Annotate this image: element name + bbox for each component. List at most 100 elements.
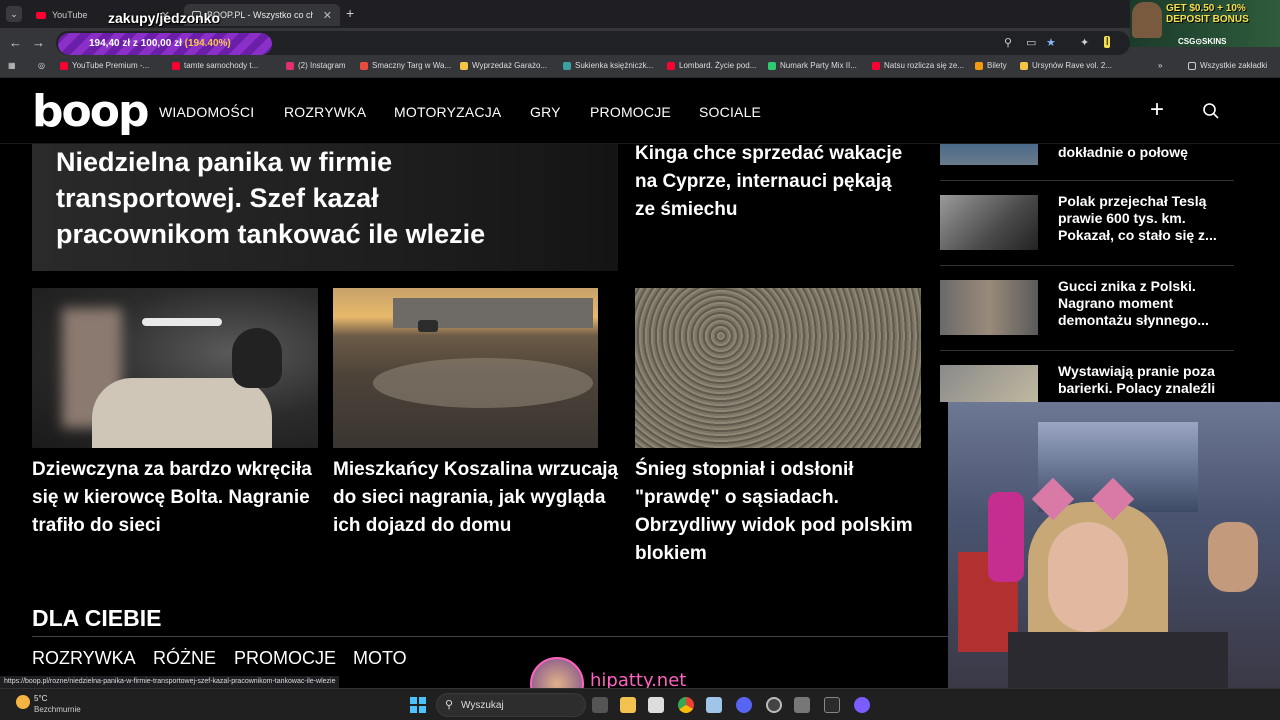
category-tab-moto[interactable]: MOTO xyxy=(353,648,407,669)
app-icon[interactable] xyxy=(854,697,870,713)
nav-promocje[interactable]: PROMOCJE xyxy=(590,104,671,120)
search-icon[interactable] xyxy=(1202,102,1220,120)
extension-icon[interactable]: ✦ xyxy=(1080,36,1089,49)
zoom-icon[interactable]: ⚲ xyxy=(1004,36,1012,49)
nav-gry[interactable]: GRY xyxy=(530,104,561,120)
bookmark-label: Bilety xyxy=(987,61,1007,70)
sidebar-article-title[interactable]: dokładnie o połowę xyxy=(1058,144,1228,161)
bookmarks-more-button[interactable]: » xyxy=(1158,61,1162,70)
bookmark-label: Sukienka księżniczk... xyxy=(575,61,654,70)
boop-logo[interactable]: boop xyxy=(32,86,149,137)
bookmark-item[interactable]: tamte samochody t... xyxy=(172,61,258,70)
section-title: DLA CIEBIE xyxy=(32,605,162,631)
bookmark-favicon-icon xyxy=(872,61,880,70)
category-tab-promocje[interactable]: PROMOCJE xyxy=(234,648,336,669)
sidebar-article-image[interactable] xyxy=(940,195,1038,250)
article-title[interactable]: Kinga chce sprzedać wakacje na Cyprze, i… xyxy=(635,140,915,224)
bookmark-item[interactable]: Numark Party Mix II... xyxy=(768,61,857,70)
bookmark-item[interactable]: Bilety xyxy=(975,61,1007,70)
plus-menu-button[interactable]: + xyxy=(1150,96,1164,124)
apps-grid-icon[interactable]: ▦ xyxy=(8,61,16,70)
article-title[interactable]: Śnieg stopniał i odsłonił "prawdę" o sąs… xyxy=(635,456,925,568)
divider xyxy=(940,265,1234,266)
sidebar-article-image[interactable] xyxy=(940,144,1038,165)
chrome-icon[interactable] xyxy=(678,697,694,713)
start-button[interactable] xyxy=(410,697,426,713)
sidebar-article-title[interactable]: Wystawiają pranie poza barierki. Polacy … xyxy=(1058,363,1228,402)
category-tab-rozne[interactable]: RÓŻNE xyxy=(153,648,216,669)
nav-motoryzacja[interactable]: MOTORYZACJA xyxy=(394,104,501,120)
bookmark-favicon-icon xyxy=(172,61,180,70)
bookmark-item[interactable]: Lombard. Życie pod... xyxy=(667,61,756,70)
sidebar-article-title[interactable]: Gucci znika z Polski. Nagrano moment dem… xyxy=(1058,278,1228,329)
article-image[interactable] xyxy=(32,288,318,448)
bookmark-item[interactable]: Sukienka księżniczk... xyxy=(563,61,653,70)
store-icon[interactable] xyxy=(648,697,664,713)
taskbar-search[interactable]: ⚲ Wyszukaj xyxy=(436,693,586,717)
bookmark-item[interactable]: Smaczny Targ w Wa... xyxy=(360,61,451,70)
hero-article[interactable]: Niedzielna panika w firmie transportowej… xyxy=(32,144,618,271)
bookmark-label: Ursynów Rave vol. 2... xyxy=(1032,61,1113,70)
bookmark-star-icon[interactable]: ★ xyxy=(1046,36,1056,49)
weather-description[interactable]: Bezchmurnie xyxy=(34,705,81,714)
bookmark-item[interactable]: Wyprzedaż Garażo... xyxy=(460,61,547,70)
weather-temperature[interactable]: 5°C xyxy=(34,694,47,703)
file-explorer-icon[interactable] xyxy=(620,697,636,713)
bookmark-favicon-icon xyxy=(975,61,983,70)
reload-icon[interactable]: ◎ xyxy=(38,61,45,70)
terminal-icon[interactable] xyxy=(824,697,840,713)
youtube-icon xyxy=(36,11,46,19)
hero-article-title[interactable]: Niedzielna panika w firmie transportowej… xyxy=(56,144,556,252)
settings-gear-icon[interactable] xyxy=(794,697,810,713)
divider xyxy=(940,180,1234,181)
mud-puddle xyxy=(373,358,593,408)
donation-goal-percent: (194.40%) xyxy=(184,38,231,49)
streamer-face xyxy=(1048,522,1128,632)
article-title[interactable]: Mieszkańcy Koszalina wrzucają do sieci n… xyxy=(333,456,623,540)
sidebar-article-image[interactable] xyxy=(940,280,1038,335)
new-tab-button[interactable]: + xyxy=(346,5,354,21)
weather-icon[interactable] xyxy=(16,695,30,709)
category-tab-rozrywka[interactable]: ROZRYWKA xyxy=(32,648,136,669)
sidebar-article-image[interactable] xyxy=(940,365,1038,402)
sidebar-article-title[interactable]: Polak przejechał Teslą prawie 600 tys. k… xyxy=(1058,193,1228,244)
tab-search-button[interactable]: ⌄ xyxy=(6,6,22,22)
bookmark-label: (2) Instagram xyxy=(298,61,346,70)
bookmark-favicon-icon xyxy=(768,61,776,70)
task-view-icon[interactable] xyxy=(592,697,608,713)
bookmark-item[interactable]: Natsu rozlicza się ze... xyxy=(872,61,964,70)
nav-rozrywka[interactable]: ROZRYWKA xyxy=(284,104,366,120)
obs-icon[interactable] xyxy=(766,697,782,713)
car-shape xyxy=(418,320,438,332)
close-tab-icon[interactable]: ✕ xyxy=(323,9,332,22)
bookmark-item[interactable]: (2) Instagram xyxy=(286,61,346,70)
search-icon: ⚲ xyxy=(445,699,454,711)
article-image[interactable] xyxy=(333,288,598,448)
back-button[interactable]: ← xyxy=(9,35,22,50)
nav-sociale[interactable]: SOCIALE xyxy=(699,104,761,120)
notepad-icon[interactable] xyxy=(706,697,722,713)
discord-icon[interactable] xyxy=(736,697,752,713)
bookmark-favicon-icon xyxy=(563,61,571,70)
bookmark-favicon-icon xyxy=(60,61,68,70)
all-bookmarks-folder[interactable]: Wszystkie zakładki xyxy=(1188,61,1267,70)
csgoskins-ad-banner[interactable]: GET $0.50 + 10% DEPOSIT BONUS CSG⊙SKINS xyxy=(1130,0,1280,47)
ad-title: GET $0.50 + 10% DEPOSIT BONUS xyxy=(1166,3,1249,25)
cast-icon[interactable]: ▭ xyxy=(1026,36,1036,49)
bookmark-label: tamte samochody t... xyxy=(184,61,259,70)
nav-wiadomosci[interactable]: WIADOMOŚCI xyxy=(159,104,254,120)
donation-goal-text: 194,40 zł z 100,00 zł xyxy=(89,38,185,49)
bookmark-favicon-icon xyxy=(286,61,294,70)
bookmark-favicon-icon xyxy=(667,61,675,70)
driver-head xyxy=(232,328,282,388)
bookmark-item[interactable]: Ursynów Rave vol. 2... xyxy=(1020,61,1112,70)
article-title[interactable]: Dziewczyna za bardzo wkręciła się w kier… xyxy=(32,456,322,540)
all-bookmarks-label: Wszystkie zakładki xyxy=(1200,61,1268,70)
forward-button[interactable]: → xyxy=(32,35,45,50)
site-header: boop WIADOMOŚCI ROZRYWKA MOTORYZACJA GRY… xyxy=(0,80,1280,144)
bookmark-item[interactable]: YouTube Premium -... xyxy=(60,61,149,70)
bookmark-label: Wyprzedaż Garażo... xyxy=(472,61,548,70)
article-image[interactable] xyxy=(635,288,921,448)
extension-icon[interactable]: l xyxy=(1104,36,1111,48)
bookmark-label: Numark Party Mix II... xyxy=(780,61,857,70)
